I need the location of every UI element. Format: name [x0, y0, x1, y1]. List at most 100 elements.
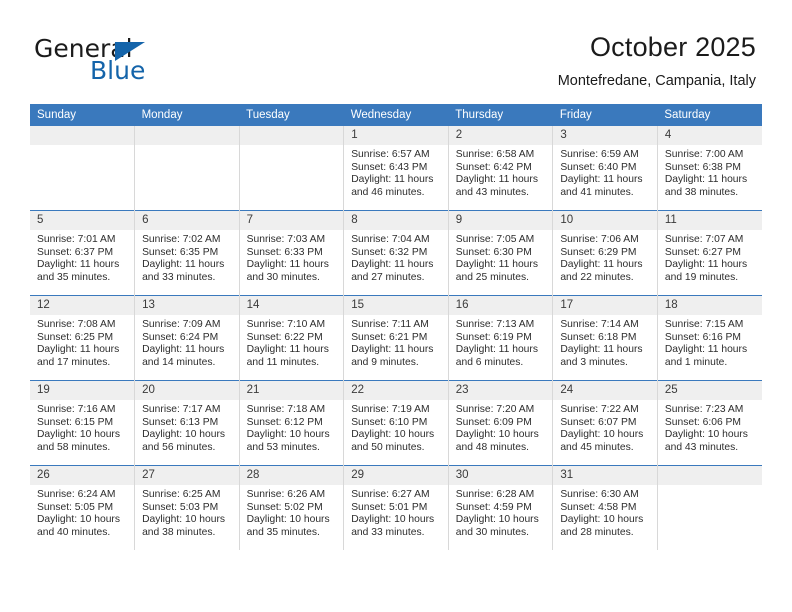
- calendar-day-cell[interactable]: 15 Sunrise: 7:11 AM Sunset: 6:21 PM Dayligh…: [343, 295, 449, 381]
- calendar-day-cell[interactable]: 17 Sunrise: 7:14 AM Sunset: 6:18 PM Dayligh…: [552, 295, 658, 381]
- calendar-week-row: 12 Sunrise: 7:08 AM Sunset: 6:25 PM Dayligh…: [30, 295, 762, 381]
- general-blue-logo[interactable]: General Blue: [34, 36, 254, 88]
- day-number: [30, 126, 135, 145]
- day-details: Sunrise: 6:57 AM Sunset: 6:43 PM Daylight:…: [344, 145, 448, 199]
- calendar-day-cell[interactable]: 4 Sunrise: 7:00 AM Sunset: 6:38 PM Daylight…: [657, 126, 762, 211]
- calendar-day-cell[interactable]: 28 Sunrise: 6:26 AM Sunset: 5:02 PM Dayligh…: [239, 465, 345, 550]
- sunset-time: Sunset: 6:43 PM: [351, 161, 428, 173]
- calendar-day-cell[interactable]: 24 Sunrise: 7:22 AM Sunset: 6:07 PM Dayligh…: [552, 380, 658, 466]
- sunrise-time: Sunrise: 6:25 AM: [142, 489, 221, 500]
- weekday-header-saturday: Saturday: [657, 104, 762, 126]
- sunrise-time: Sunrise: 6:58 AM: [455, 149, 535, 160]
- calendar-day-cell[interactable]: 19 Sunrise: 7:16 AM Sunset: 6:15 PM Dayligh…: [30, 380, 136, 466]
- calendar-day-cell[interactable]: 12 Sunrise: 7:08 AM Sunset: 6:25 PM Dayligh…: [30, 295, 136, 381]
- day-number: 18: [657, 296, 762, 315]
- calendar-day-cell[interactable]: 7 Sunrise: 7:03 AM Sunset: 6:33 PM Daylight…: [239, 210, 345, 296]
- weekday-header-thursday: Thursday: [448, 104, 553, 126]
- day-number: 16: [448, 296, 553, 315]
- day-number: 30: [448, 466, 553, 485]
- calendar-day-cell[interactable]: 18 Sunrise: 7:15 AM Sunset: 6:16 PM Dayligh…: [657, 295, 762, 381]
- calendar-day-cell[interactable]: 13 Sunrise: 7:09 AM Sunset: 6:24 PM Dayligh…: [134, 295, 240, 381]
- sunset-time: Sunset: 6:16 PM: [664, 331, 742, 343]
- calendar-day-cell[interactable]: 20 Sunrise: 7:17 AM Sunset: 6:13 PM Dayligh…: [134, 380, 240, 466]
- day-details: Sunrise: 7:11 AM Sunset: 6:21 PM Daylight:…: [344, 315, 448, 369]
- calendar-day-cell[interactable]: 5 Sunrise: 7:01 AM Sunset: 6:37 PM Daylight…: [30, 210, 136, 296]
- daylight-duration: Daylight: 11 hours and 46 minutes.: [351, 174, 434, 198]
- calendar-day-cell[interactable]: 23 Sunrise: 7:20 AM Sunset: 6:09 PM Dayligh…: [448, 380, 554, 466]
- daylight-duration: Daylight: 11 hours and 19 minutes.: [664, 259, 748, 283]
- calendar-day-cell[interactable]: 9 Sunrise: 7:05 AM Sunset: 6:30 PM Daylight…: [448, 210, 554, 296]
- sunrise-time: Sunrise: 7:05 AM: [455, 234, 535, 245]
- sunset-time: Sunset: 6:22 PM: [246, 331, 323, 343]
- calendar-day-cell[interactable]: 3 Sunrise: 6:59 AM Sunset: 6:40 PM Daylight…: [552, 126, 658, 211]
- calendar-day-cell[interactable]: 11 Sunrise: 7:07 AM Sunset: 6:27 PM Dayligh…: [657, 210, 762, 296]
- sunrise-time: Sunrise: 7:22 AM: [560, 404, 639, 415]
- daylight-duration: Daylight: 10 hours and 50 minutes.: [351, 429, 435, 453]
- sunset-time: Sunset: 6:35 PM: [142, 246, 219, 258]
- sunrise-time: Sunrise: 7:10 AM: [246, 319, 326, 330]
- sunset-time: Sunset: 5:03 PM: [142, 501, 219, 513]
- calendar-header-row: Sunday Monday Tuesday Wednesday Thursday…: [30, 104, 762, 126]
- day-details: Sunrise: 6:25 AM Sunset: 5:03 PM Daylight:…: [135, 485, 239, 539]
- calendar-day-cell[interactable]: 1 Sunrise: 6:57 AM Sunset: 6:43 PM Daylight…: [343, 126, 449, 211]
- sunrise-time: Sunrise: 7:17 AM: [142, 404, 221, 415]
- sunrise-time: Sunrise: 6:57 AM: [351, 149, 430, 160]
- calendar-day-cell[interactable]: 30 Sunrise: 6:28 AM Sunset: 4:59 PM Dayligh…: [448, 465, 554, 550]
- day-number: 12: [30, 296, 135, 315]
- calendar-day-cell[interactable]: 26 Sunrise: 6:24 AM Sunset: 5:05 PM Dayligh…: [30, 465, 136, 550]
- calendar-day-cell[interactable]: 16 Sunrise: 7:13 AM Sunset: 6:19 PM Dayligh…: [448, 295, 554, 381]
- sunrise-time: Sunrise: 7:00 AM: [664, 149, 744, 160]
- daylight-duration: Daylight: 11 hours and 1 minute.: [664, 344, 748, 368]
- day-number: 14: [239, 296, 344, 315]
- day-number: 31: [553, 466, 657, 485]
- weekday-header-wednesday: Wednesday: [343, 104, 449, 126]
- calendar-day-cell[interactable]: 25 Sunrise: 7:23 AM Sunset: 6:06 PM Dayligh…: [657, 380, 762, 466]
- sunset-time: Sunset: 6:21 PM: [351, 331, 428, 343]
- sunrise-time: Sunrise: 7:11 AM: [351, 319, 429, 330]
- sunrise-time: Sunrise: 7:14 AM: [560, 319, 639, 330]
- day-details: Sunrise: 6:28 AM Sunset: 4:59 PM Daylight:…: [449, 485, 553, 539]
- day-number: 1: [344, 126, 448, 145]
- calendar-day-cell[interactable]: 2 Sunrise: 6:58 AM Sunset: 6:42 PM Daylight…: [448, 126, 554, 211]
- day-details: Sunrise: 7:23 AM Sunset: 6:06 PM Daylight:…: [658, 400, 762, 454]
- daylight-duration: Daylight: 11 hours and 17 minutes.: [37, 344, 120, 368]
- calendar-day-cell[interactable]: 29 Sunrise: 6:27 AM Sunset: 5:01 PM Dayligh…: [343, 465, 449, 550]
- day-number: 13: [135, 296, 239, 315]
- calendar-day-cell-empty: [30, 126, 136, 211]
- daylight-duration: Daylight: 11 hours and 43 minutes.: [455, 174, 538, 198]
- day-details: Sunrise: 7:01 AM Sunset: 6:37 PM Daylight:…: [30, 230, 134, 284]
- weekday-header-monday: Monday: [134, 104, 240, 126]
- calendar-day-cell[interactable]: 10 Sunrise: 7:06 AM Sunset: 6:29 PM Dayligh…: [552, 210, 658, 296]
- sunset-time: Sunset: 5:02 PM: [246, 501, 323, 513]
- calendar-week-row: 19 Sunrise: 7:16 AM Sunset: 6:15 PM Dayligh…: [30, 380, 762, 466]
- sunrise-time: Sunrise: 6:59 AM: [560, 149, 639, 160]
- day-number: 22: [344, 381, 448, 400]
- calendar-day-cell[interactable]: 31 Sunrise: 6:30 AM Sunset: 4:58 PM Dayligh…: [552, 465, 658, 550]
- calendar-day-cell[interactable]: 14 Sunrise: 7:10 AM Sunset: 6:22 PM Dayligh…: [239, 295, 345, 381]
- calendar-day-cell[interactable]: 27 Sunrise: 6:25 AM Sunset: 5:03 PM Dayligh…: [134, 465, 240, 550]
- daylight-duration: Daylight: 10 hours and 30 minutes.: [455, 514, 539, 538]
- calendar-day-cell[interactable]: 8 Sunrise: 7:04 AM Sunset: 6:32 PM Daylight…: [343, 210, 449, 296]
- day-number: [239, 126, 344, 145]
- sunset-time: Sunset: 6:30 PM: [455, 246, 532, 258]
- daylight-duration: Daylight: 11 hours and 9 minutes.: [351, 344, 434, 368]
- sunrise-time: Sunrise: 6:27 AM: [351, 489, 430, 500]
- day-number: 11: [657, 211, 762, 230]
- day-number: 25: [657, 381, 762, 400]
- calendar-day-cell[interactable]: 22 Sunrise: 7:19 AM Sunset: 6:10 PM Dayligh…: [343, 380, 449, 466]
- day-details: Sunrise: 7:00 AM Sunset: 6:38 PM Daylight:…: [658, 145, 762, 199]
- day-details: Sunrise: 7:20 AM Sunset: 6:09 PM Daylight:…: [449, 400, 553, 454]
- day-number: 20: [135, 381, 239, 400]
- sunrise-time: Sunrise: 7:02 AM: [142, 234, 221, 245]
- sunset-time: Sunset: 6:32 PM: [351, 246, 428, 258]
- calendar-day-cell[interactable]: 21 Sunrise: 7:18 AM Sunset: 6:12 PM Dayligh…: [239, 380, 345, 466]
- day-number: 29: [344, 466, 448, 485]
- calendar-day-cell[interactable]: 6 Sunrise: 7:02 AM Sunset: 6:35 PM Daylight…: [134, 210, 240, 296]
- sunset-time: Sunset: 6:12 PM: [246, 416, 323, 428]
- calendar-week-row: 26 Sunrise: 6:24 AM Sunset: 5:05 PM Dayligh…: [30, 465, 762, 550]
- calendar-day-cell-empty: [657, 465, 762, 550]
- sunset-time: Sunset: 6:38 PM: [664, 161, 742, 173]
- sunrise-time: Sunrise: 6:26 AM: [246, 489, 326, 500]
- page-title: October 2025: [589, 32, 756, 62]
- sunset-time: Sunset: 4:58 PM: [560, 501, 637, 513]
